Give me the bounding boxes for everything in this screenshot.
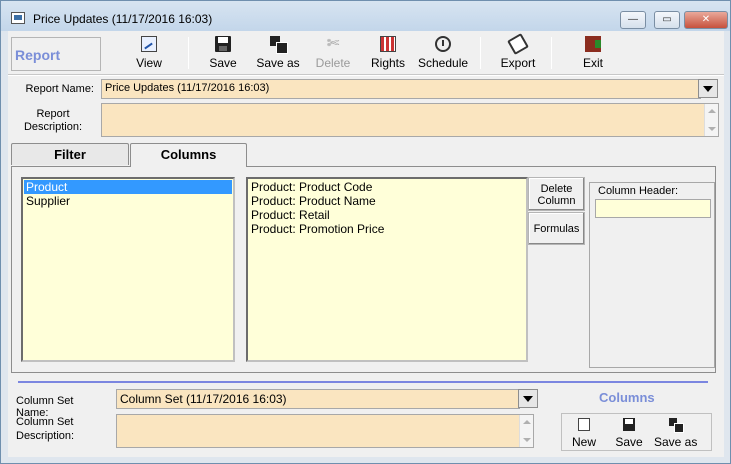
tab-columns[interactable]: Columns xyxy=(130,143,247,167)
save-as-icon xyxy=(270,36,288,54)
column-header-label: Column Header: xyxy=(598,185,679,197)
report-name-dropdown-button[interactable] xyxy=(698,79,718,98)
column-set-description-label-line2: Description: xyxy=(16,430,75,442)
schedule-button[interactable]: Schedule xyxy=(418,36,468,72)
window-title: Price Updates (11/17/2016 16:03) xyxy=(33,12,213,26)
exit-icon xyxy=(585,36,601,52)
delete-button-label: Delete xyxy=(315,56,351,70)
new-column-set-button[interactable]: New xyxy=(570,418,598,449)
save-column-set-button[interactable]: Save xyxy=(614,418,644,449)
list-item[interactable]: Product: Product Code xyxy=(249,180,525,194)
save-button[interactable]: Save xyxy=(206,36,240,72)
export-icon xyxy=(507,33,529,55)
report-name-label: Report Name: xyxy=(25,83,94,95)
column-header-group: Column Header: xyxy=(589,182,715,368)
save-as-icon xyxy=(669,418,684,433)
save-icon xyxy=(623,418,635,431)
available-tables-list[interactable]: Product Supplier xyxy=(21,177,235,362)
report-section-label: Report xyxy=(11,37,101,71)
scroll-down-icon[interactable] xyxy=(523,438,531,442)
scroll-up-icon[interactable] xyxy=(523,420,531,424)
list-item[interactable]: Product: Product Name xyxy=(249,194,525,208)
maximize-button[interactable]: ▭ xyxy=(654,11,680,29)
column-header-input[interactable] xyxy=(595,199,711,218)
section-divider xyxy=(18,381,708,383)
close-button[interactable]: ✕ xyxy=(684,11,728,29)
save-icon xyxy=(215,36,231,52)
save-as-column-set-button[interactable]: Save as xyxy=(654,418,698,449)
column-set-dropdown-button[interactable] xyxy=(518,389,538,408)
save-button-label: Save xyxy=(209,56,237,70)
export-button-label: Export xyxy=(500,56,536,70)
minimize-button[interactable]: — xyxy=(620,11,646,29)
view-button-label: View xyxy=(136,56,162,70)
formulas-button[interactable]: Formulas xyxy=(528,212,585,245)
view-button[interactable]: View xyxy=(132,36,166,72)
column-set-description-scrollbar[interactable] xyxy=(519,415,533,447)
new-button-label: New xyxy=(571,435,596,449)
report-description-label: Report Description: xyxy=(12,108,94,134)
toolbar-separator xyxy=(551,37,552,69)
delete-button[interactable]: ✄ Delete xyxy=(313,36,353,72)
delete-icon: ✄ xyxy=(326,35,340,52)
column-set-description-label-line1: Column Set xyxy=(16,416,74,428)
export-button[interactable]: Export xyxy=(498,33,538,72)
save-as-button-label: Save as xyxy=(256,56,300,70)
tab-filter[interactable]: Filter xyxy=(11,143,129,165)
save-button-label: Save xyxy=(615,435,643,449)
exit-button-label: Exit xyxy=(582,56,603,70)
column-set-name-combo[interactable]: Column Set (11/17/2016 16:03) xyxy=(116,389,520,409)
list-item[interactable]: Supplier xyxy=(24,194,232,208)
columns-section-label: Columns xyxy=(599,390,655,405)
exit-button[interactable]: Exit xyxy=(577,36,609,72)
schedule-button-label: Schedule xyxy=(418,56,469,70)
toolbar-separator xyxy=(188,37,189,69)
app-icon xyxy=(11,12,25,24)
column-set-description-field[interactable] xyxy=(116,414,534,448)
list-item[interactable]: Product: Promotion Price xyxy=(249,222,525,236)
toolbar-separator xyxy=(480,37,481,69)
column-set-description-label: Column Set Description: xyxy=(16,415,108,443)
report-description-label-line2: Description: xyxy=(23,121,83,133)
scroll-down-icon[interactable] xyxy=(708,127,716,131)
scroll-up-icon[interactable] xyxy=(708,109,716,113)
new-icon xyxy=(578,418,590,431)
delete-column-label-line1: Delete xyxy=(540,183,573,195)
report-description-label-line1: Report xyxy=(36,108,70,120)
rights-icon xyxy=(380,36,396,52)
delete-column-label-line2: Column xyxy=(537,195,576,207)
selected-columns-list[interactable]: Product: Product Code Product: Product N… xyxy=(246,177,528,362)
toolbar-divider xyxy=(8,74,724,76)
list-item[interactable]: Product: Retail xyxy=(249,208,525,222)
column-set-button-group: New Save Save as xyxy=(561,413,712,451)
report-description-scrollbar[interactable] xyxy=(704,104,718,136)
schedule-icon xyxy=(435,36,451,52)
save-as-button-label: Save as xyxy=(654,435,698,449)
save-as-button[interactable]: Save as xyxy=(256,36,300,72)
title-bar[interactable]: Price Updates (11/17/2016 16:03) — ▭ ✕ xyxy=(1,1,730,31)
list-item[interactable]: Product xyxy=(24,180,232,194)
report-description-field[interactable] xyxy=(101,103,719,137)
window-client-area: Report View Save Save as ✄ Delete Rights… xyxy=(8,31,724,457)
view-icon xyxy=(141,36,157,52)
delete-column-button[interactable]: Delete Column xyxy=(528,177,585,211)
report-name-combo[interactable]: Price Updates (11/17/2016 16:03) xyxy=(101,79,701,99)
report-window: Price Updates (11/17/2016 16:03) — ▭ ✕ R… xyxy=(0,0,731,464)
rights-button-label: Rights xyxy=(370,56,405,70)
rights-button[interactable]: Rights xyxy=(368,36,408,72)
